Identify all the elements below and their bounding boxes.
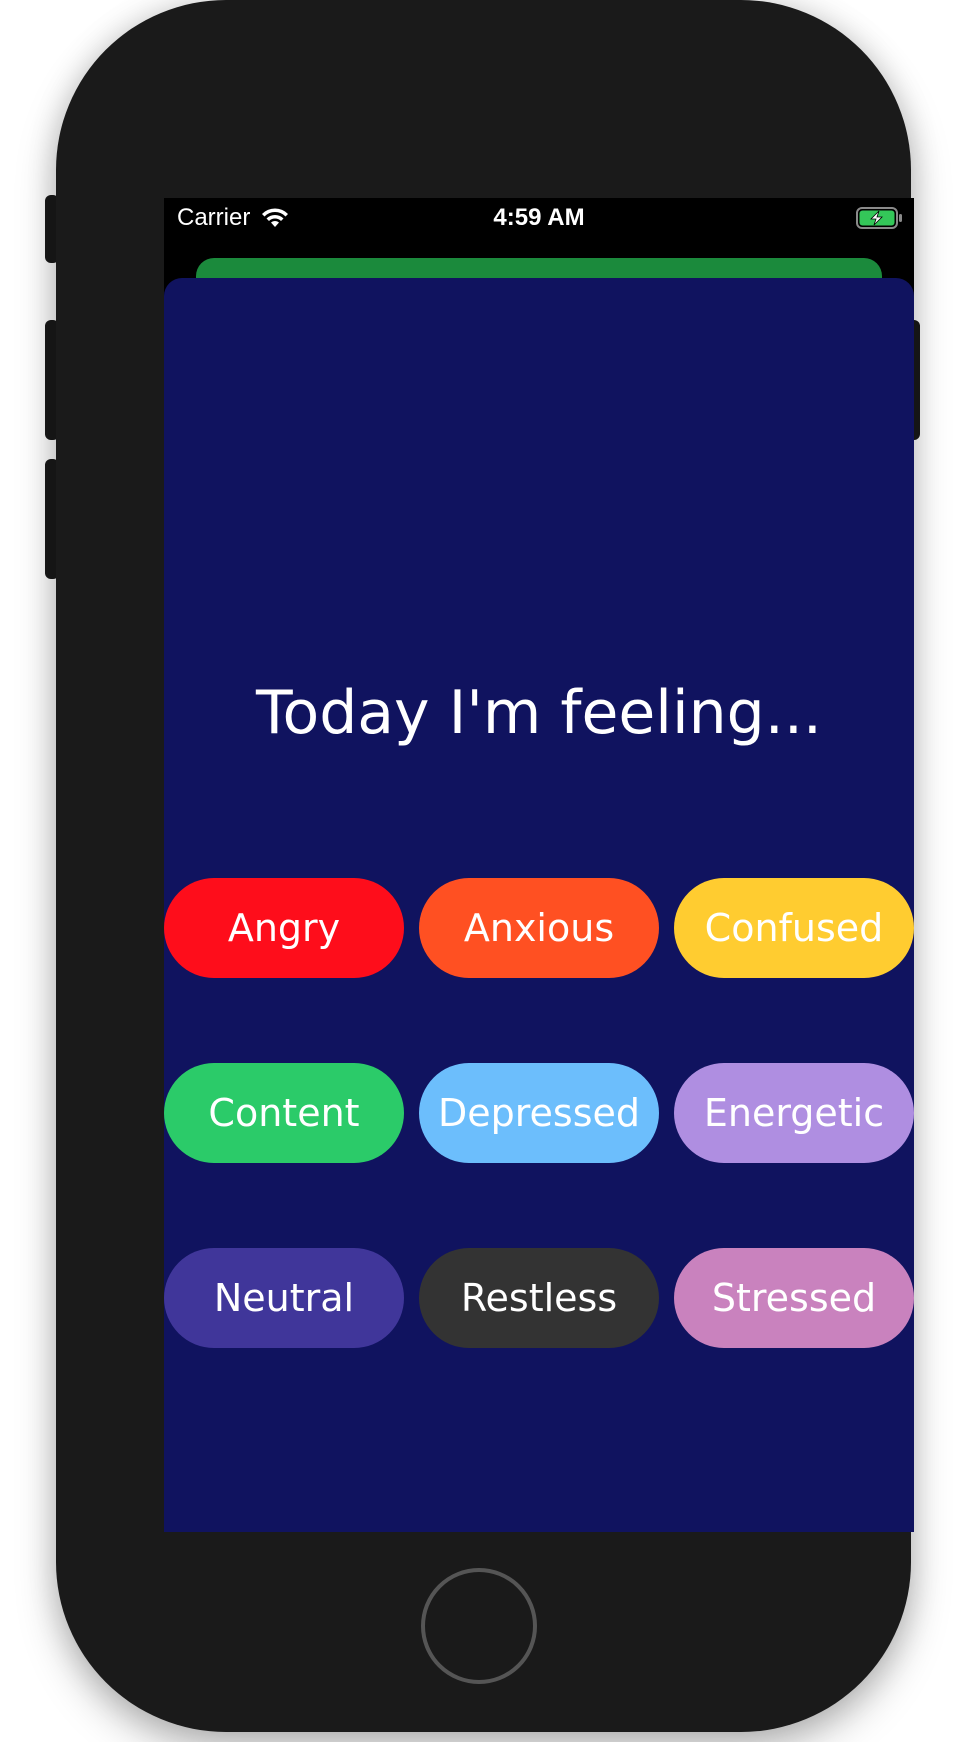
- phone-frame: Carrier 4:59 AM Today I'm feeling... Ang…: [56, 0, 914, 1732]
- mood-button-content[interactable]: Content: [164, 1063, 404, 1163]
- mood-button-anxious[interactable]: Anxious: [419, 878, 659, 978]
- screen: Carrier 4:59 AM Today I'm feeling... Ang…: [164, 198, 914, 1532]
- battery-charging-icon: [856, 207, 902, 229]
- home-button[interactable]: [421, 1568, 537, 1684]
- mood-button-angry[interactable]: Angry: [164, 878, 404, 978]
- mood-button-restless[interactable]: Restless: [419, 1248, 659, 1348]
- mood-button-depressed[interactable]: Depressed: [419, 1063, 659, 1163]
- mood-row: Angry Anxious Confused: [164, 878, 914, 978]
- mood-button-stressed[interactable]: Stressed: [674, 1248, 914, 1348]
- mood-button-neutral[interactable]: Neutral: [164, 1248, 404, 1348]
- status-bar: Carrier 4:59 AM: [164, 198, 914, 238]
- mood-row: Content Depressed Energetic: [164, 1063, 914, 1163]
- mood-button-energetic[interactable]: Energetic: [674, 1063, 914, 1163]
- mood-sheet: Today I'm feeling... Angry Anxious Confu…: [164, 278, 914, 1532]
- page-title: Today I'm feeling...: [256, 678, 822, 748]
- mood-button-confused[interactable]: Confused: [674, 878, 914, 978]
- mood-row: Neutral Restless Stressed: [164, 1248, 914, 1348]
- status-time: 4:59 AM: [493, 204, 585, 231]
